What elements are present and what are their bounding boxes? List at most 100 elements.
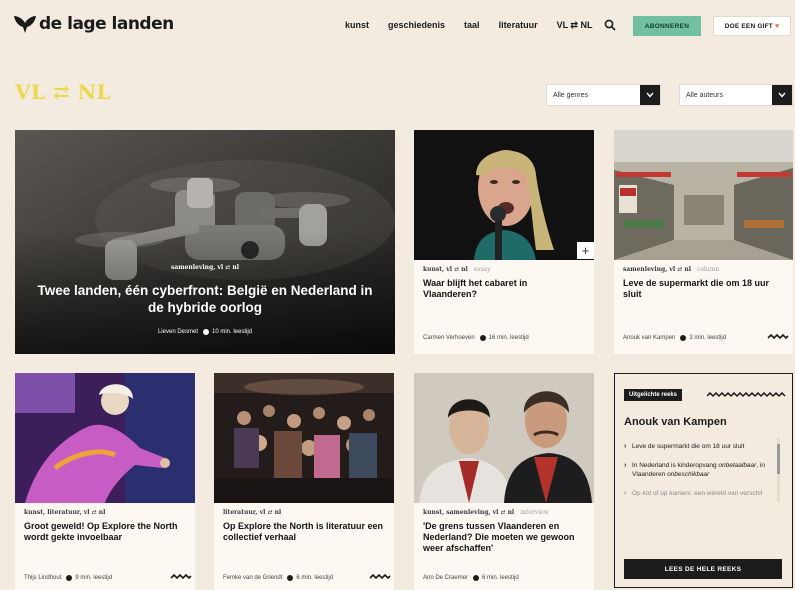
article-title[interactable]: Leve de supermarkt die om 18 uur sluit	[623, 278, 783, 300]
article-tags-text: samenleving, vl ⇄ nl	[623, 266, 692, 273]
series-item[interactable]: › Leve de supermarkt die om 18 uur sluit	[624, 442, 774, 451]
chevron-right-icon: ›	[624, 462, 627, 469]
genre-filter-select[interactable]: Alle genres	[546, 84, 661, 106]
article-author: Thijs Lindhout	[24, 575, 62, 581]
logo-mark-icon	[14, 16, 36, 33]
article-image	[15, 373, 195, 503]
article-image	[214, 373, 394, 503]
article-image	[614, 130, 793, 260]
article-meta: Ann De Craemer 6 min. leestijd	[423, 575, 519, 581]
plus-icon[interactable]: +	[577, 242, 594, 259]
clock-icon	[287, 575, 294, 581]
chevron-down-icon[interactable]	[640, 85, 660, 105]
featured-series-box: Uitgelichte reeks Anouk van Kampen › Lev…	[614, 373, 793, 588]
article-author: Anouk van Kampen	[623, 335, 676, 341]
site-logo[interactable]: de lage landen	[14, 14, 174, 34]
site-header: de lage landen kunst geschiedenis taal l…	[0, 0, 795, 52]
article-author: Femke van de Griendt	[223, 575, 283, 581]
read-series-button[interactable]: LEES DE HELE REEKS	[624, 559, 782, 579]
donate-button[interactable]: DOE EEN GIFT ♥	[713, 16, 791, 36]
article-author: Ann De Craemer	[423, 575, 469, 581]
article-meta: Carmen Verhoeven 16 min. leestijd	[423, 335, 529, 341]
series-item-text: of op	[651, 490, 670, 497]
nav-item-taal[interactable]: taal	[464, 20, 480, 31]
squiggle-icon	[767, 334, 789, 340]
series-item[interactable]: › Op kot of op kamers: een wereld van ve…	[624, 489, 774, 498]
nav-item-geschiedenis[interactable]: geschiedenis	[388, 20, 445, 31]
article-image	[414, 373, 594, 503]
article-tags: literatuur, vl ⇄ nl	[223, 509, 281, 516]
series-item-text: : een wereld van verschil	[690, 490, 763, 497]
article-tags-text: literatuur, vl ⇄ nl	[223, 509, 282, 516]
subscribe-button[interactable]: ABONNEREN	[633, 16, 701, 36]
author-filter-value: Alle auteurs	[686, 91, 723, 99]
series-item-text: In Nederland is kinderopvang	[632, 462, 719, 469]
chevron-right-icon: ›	[624, 490, 627, 497]
series-list: › Leve de supermarkt die om 18 uur sluit…	[624, 442, 774, 508]
page-title: VL ⇄ NL	[15, 80, 112, 104]
chevron-right-icon: ›	[624, 443, 627, 450]
article-tags: kunst, literatuur, vl ⇄ nl	[24, 509, 105, 516]
article-card[interactable]: kunst, samenleving, vl ⇄ nl interview 'De…	[414, 373, 594, 590]
article-image	[414, 130, 594, 260]
featured-article-card[interactable]: samenleving, vl ⇄ nl Twee landen, één cy…	[15, 130, 395, 354]
series-item-text: Leve de supermarkt die om 18 uur sluit	[632, 443, 745, 450]
search-icon[interactable]	[604, 19, 616, 31]
main-nav: kunst geschiedenis taal literatuur VL ⇄ …	[345, 20, 608, 31]
featured-author: Lieven Desmet	[157, 329, 198, 335]
clock-icon	[473, 575, 480, 581]
scrollbar-thumb[interactable]	[777, 444, 780, 474]
series-item-emphasis: onbetaalbaar	[718, 462, 757, 469]
featured-tags: samenleving, vl ⇄ nl	[170, 264, 239, 271]
featured-drone-image	[15, 130, 395, 354]
article-read-time: 3 min. leestijd	[689, 335, 727, 341]
series-badge: Uitgelichte reeks	[624, 389, 683, 401]
article-tags: samenleving, vl ⇄ nl column	[623, 266, 719, 273]
nav-item-kunst[interactable]: kunst	[345, 20, 369, 31]
article-meta: Thijs Lindhout 9 min. leestijd	[24, 575, 112, 581]
heart-icon: ♥	[774, 22, 780, 30]
article-meta: Anouk van Kampen 3 min. leestijd	[623, 335, 726, 341]
series-scrollbar[interactable]	[777, 438, 780, 502]
article-tags-text: kunst, samenleving, vl ⇄ nl	[423, 509, 515, 516]
clock-icon	[66, 575, 73, 581]
series-item[interactable]: › In Nederland is kinderopvang onbetaalb…	[624, 461, 774, 479]
squiggle-icon	[170, 574, 192, 580]
chevron-down-icon[interactable]	[772, 85, 792, 105]
article-type: column	[697, 266, 720, 273]
clock-icon	[680, 335, 687, 341]
article-author: Carmen Verhoeven	[423, 335, 475, 341]
squiggle-icon	[369, 574, 391, 580]
article-meta: Femke van de Griendt 6 min. leestijd	[223, 575, 333, 581]
featured-title[interactable]: Twee landen, één cyberfront: België en N…	[35, 282, 375, 316]
article-card[interactable]: + kunst, vl ⇄ nl essay Waar blijft het ca…	[414, 130, 594, 354]
article-title[interactable]: Waar blijft het cabaret in Vlaanderen?	[423, 278, 583, 300]
article-title[interactable]: Groot geweld! Op Explore the North wordt…	[24, 521, 189, 543]
article-card[interactable]: kunst, literatuur, vl ⇄ nl Groot geweld!…	[15, 373, 195, 590]
article-read-time: 16 min. leestijd	[488, 335, 529, 341]
article-card[interactable]: samenleving, vl ⇄ nl column Leve de super…	[614, 130, 793, 354]
logo-text: de lage landen	[39, 14, 174, 34]
article-title[interactable]: 'De grens tussen Vlaanderen en Nederland…	[423, 521, 588, 554]
article-card[interactable]: literatuur, vl ⇄ nl Op Explore the North…	[214, 373, 394, 590]
author-filter-select[interactable]: Alle auteurs	[679, 84, 793, 106]
clock-icon	[479, 335, 486, 341]
article-tags-text: kunst, literatuur, vl ⇄ nl	[24, 509, 106, 516]
series-item-emphasis: kamers	[669, 490, 691, 497]
nav-item-literatuur[interactable]: literatuur	[499, 20, 538, 31]
article-read-time: 6 min. leestijd	[296, 575, 334, 581]
series-item-emphasis: kot	[642, 490, 652, 497]
article-tags-text: kunst, vl ⇄ nl	[423, 266, 468, 273]
squiggle-icon	[707, 392, 786, 398]
article-tags: kunst, vl ⇄ nl essay	[423, 266, 491, 273]
article-type: essay	[473, 266, 491, 273]
series-author-name: Anouk van Kampen	[624, 416, 727, 428]
featured-meta: Lieven Desmet 10 min. leestijd	[15, 329, 395, 335]
genre-filter-value: Alle genres	[553, 91, 589, 99]
series-item-emphasis: onbeschikbaar	[667, 471, 710, 478]
article-type: interview	[520, 509, 549, 516]
nav-item-vl-nl[interactable]: VL ⇄ NL	[557, 20, 593, 31]
featured-read-time: 10 min. leestijd	[212, 329, 253, 335]
article-title[interactable]: Op Explore the North is literatuur een c…	[223, 521, 388, 543]
article-read-time: 9 min. leestijd	[75, 575, 113, 581]
